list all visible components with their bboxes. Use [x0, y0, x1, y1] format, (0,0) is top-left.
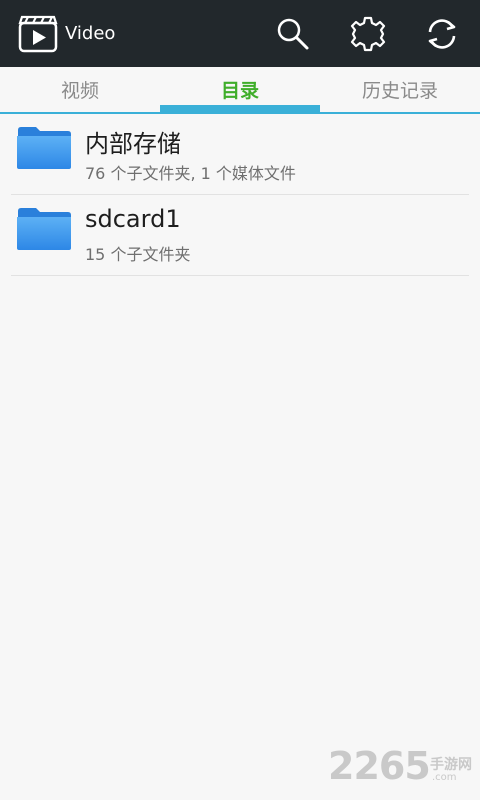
watermark-number: 2265: [328, 744, 431, 788]
watermark-logo: 2265 手游网 .com: [328, 744, 474, 790]
folder-icon: [17, 208, 71, 250]
tab-bar: 视频 目录 历史记录: [0, 67, 480, 114]
refresh-icon: [428, 19, 456, 49]
tab-history[interactable]: 历史记录: [320, 67, 480, 112]
gear-icon: [350, 16, 386, 52]
settings-button[interactable]: [348, 14, 388, 54]
folder-list: 内部存储 76 个子文件夹, 1 个媒体文件 sdcard1 15 个子文件夹: [0, 114, 480, 276]
refresh-button[interactable]: [422, 14, 462, 54]
folder-name: sdcard1: [85, 205, 181, 233]
action-bar: Video: [0, 0, 480, 67]
tab-videos[interactable]: 视频: [0, 67, 160, 112]
search-icon: [277, 18, 309, 50]
clapperboard-play-icon: [18, 15, 58, 53]
folder-detail: 15 个子文件夹: [85, 245, 191, 264]
watermark-text: 手游网: [430, 757, 472, 773]
app-screen: Video 视频 目录 历史记录 内部存储 76 个子文件夹, 1 个媒体文件 …: [0, 0, 480, 800]
list-item-sdcard1[interactable]: sdcard1 15 个子文件夹: [11, 195, 469, 276]
tab-selected-indicator: [160, 105, 320, 112]
watermark-url: .com: [432, 772, 457, 783]
app-title: Video: [65, 23, 116, 44]
search-button[interactable]: [273, 14, 313, 54]
folder-name: 内部存储: [85, 130, 181, 158]
folder-detail: 76 个子文件夹, 1 个媒体文件: [85, 164, 296, 183]
folder-icon: [17, 127, 71, 169]
list-item-internal-storage[interactable]: 内部存储 76 个子文件夹, 1 个媒体文件: [11, 114, 469, 195]
